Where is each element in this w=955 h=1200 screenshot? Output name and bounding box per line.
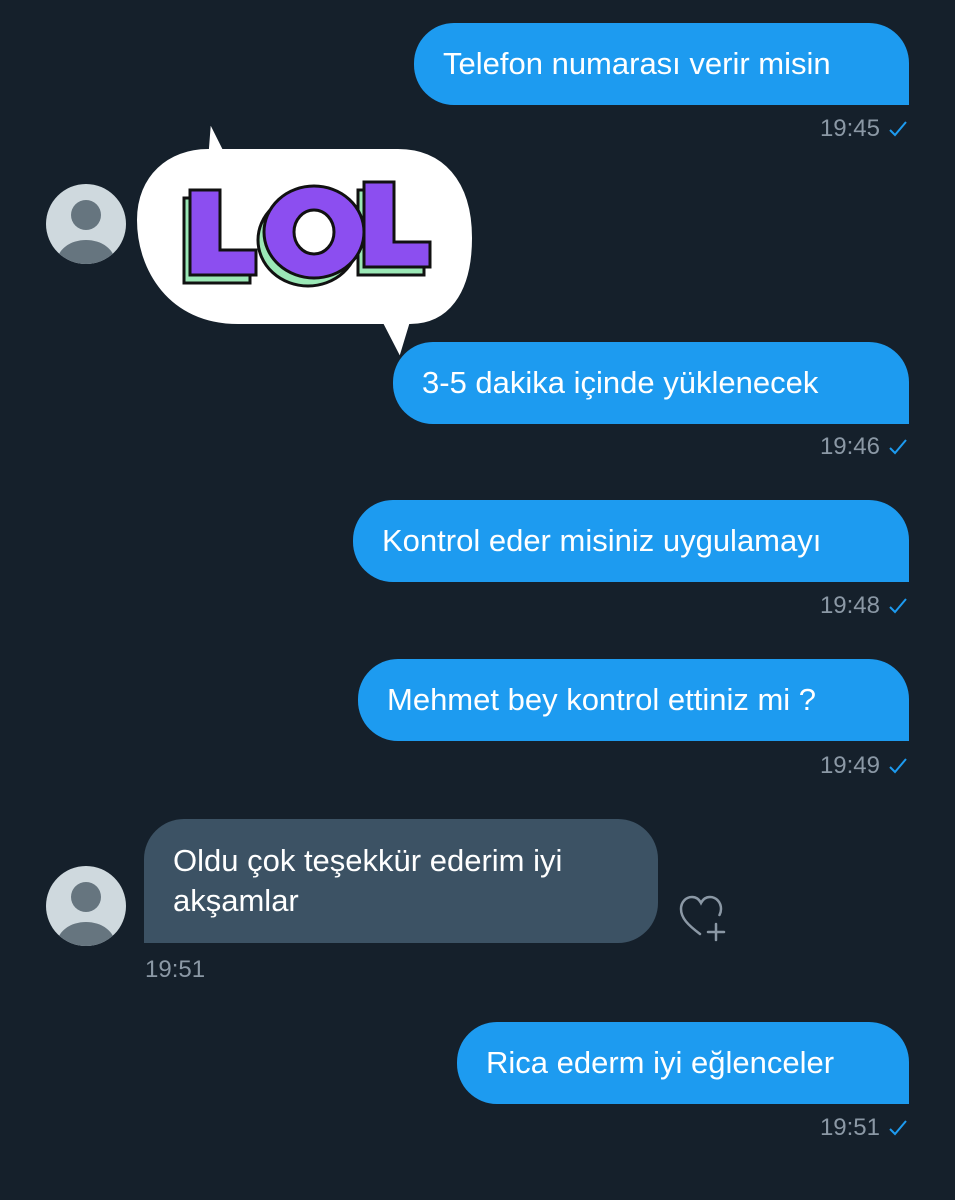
message-text: Oldu çok teşekkür ederim iyi akşamlar <box>173 843 563 918</box>
message-timestamp: 19:46 <box>819 433 880 460</box>
default-avatar-icon <box>57 200 115 264</box>
message-meta: 19:51 <box>820 1114 908 1142</box>
message-text: Rica ederm iyi eğlenceler <box>486 1045 835 1080</box>
message-meta: 19:45 <box>820 115 908 143</box>
outgoing-message[interactable]: Mehmet bey kontrol ettiniz mi ? <box>358 659 909 741</box>
check-icon <box>889 758 907 774</box>
message-timestamp: 19:51 <box>819 1114 880 1141</box>
outgoing-message[interactable]: 3-5 dakika içinde yüklenecek <box>393 342 909 424</box>
message-meta: 19:51 <box>145 956 205 984</box>
check-icon <box>889 121 907 137</box>
message-timestamp: 19:51 <box>145 956 206 983</box>
default-avatar-icon <box>57 882 115 946</box>
check-icon <box>889 598 907 614</box>
message-text: Mehmet bey kontrol ettiniz mi ? <box>387 682 817 717</box>
dm-conversation: { "messages": [ {"text": "Telefon numara… <box>0 0 955 1200</box>
check-icon <box>889 1120 907 1136</box>
check-icon <box>889 439 907 455</box>
heart-plus-icon[interactable] <box>678 894 732 942</box>
message-text: 3-5 dakika içinde yüklenecek <box>422 365 819 400</box>
outgoing-message[interactable]: Rica ederm iyi eğlenceler <box>457 1022 909 1104</box>
message-text: Kontrol eder misiniz uygulamayı <box>382 523 822 558</box>
outgoing-message[interactable]: Telefon numarası verir misin <box>414 23 909 105</box>
message-meta: 19:49 <box>820 752 908 780</box>
message-text: Telefon numarası verir misin <box>443 46 831 81</box>
outgoing-message[interactable]: Kontrol eder misiniz uygulamayı <box>353 500 909 582</box>
message-meta: 19:46 <box>820 433 908 461</box>
message-meta: 19:48 <box>820 592 908 620</box>
incoming-message[interactable]: Oldu çok teşekkür ederim iyi akşamlar <box>144 819 658 943</box>
message-timestamp: 19:45 <box>819 115 880 142</box>
message-timestamp: 19:49 <box>819 752 880 779</box>
message-timestamp: 19:48 <box>819 592 880 619</box>
sender-avatar[interactable] <box>46 184 126 264</box>
sender-avatar[interactable] <box>46 866 126 946</box>
lol-sticker[interactable] <box>128 118 478 361</box>
